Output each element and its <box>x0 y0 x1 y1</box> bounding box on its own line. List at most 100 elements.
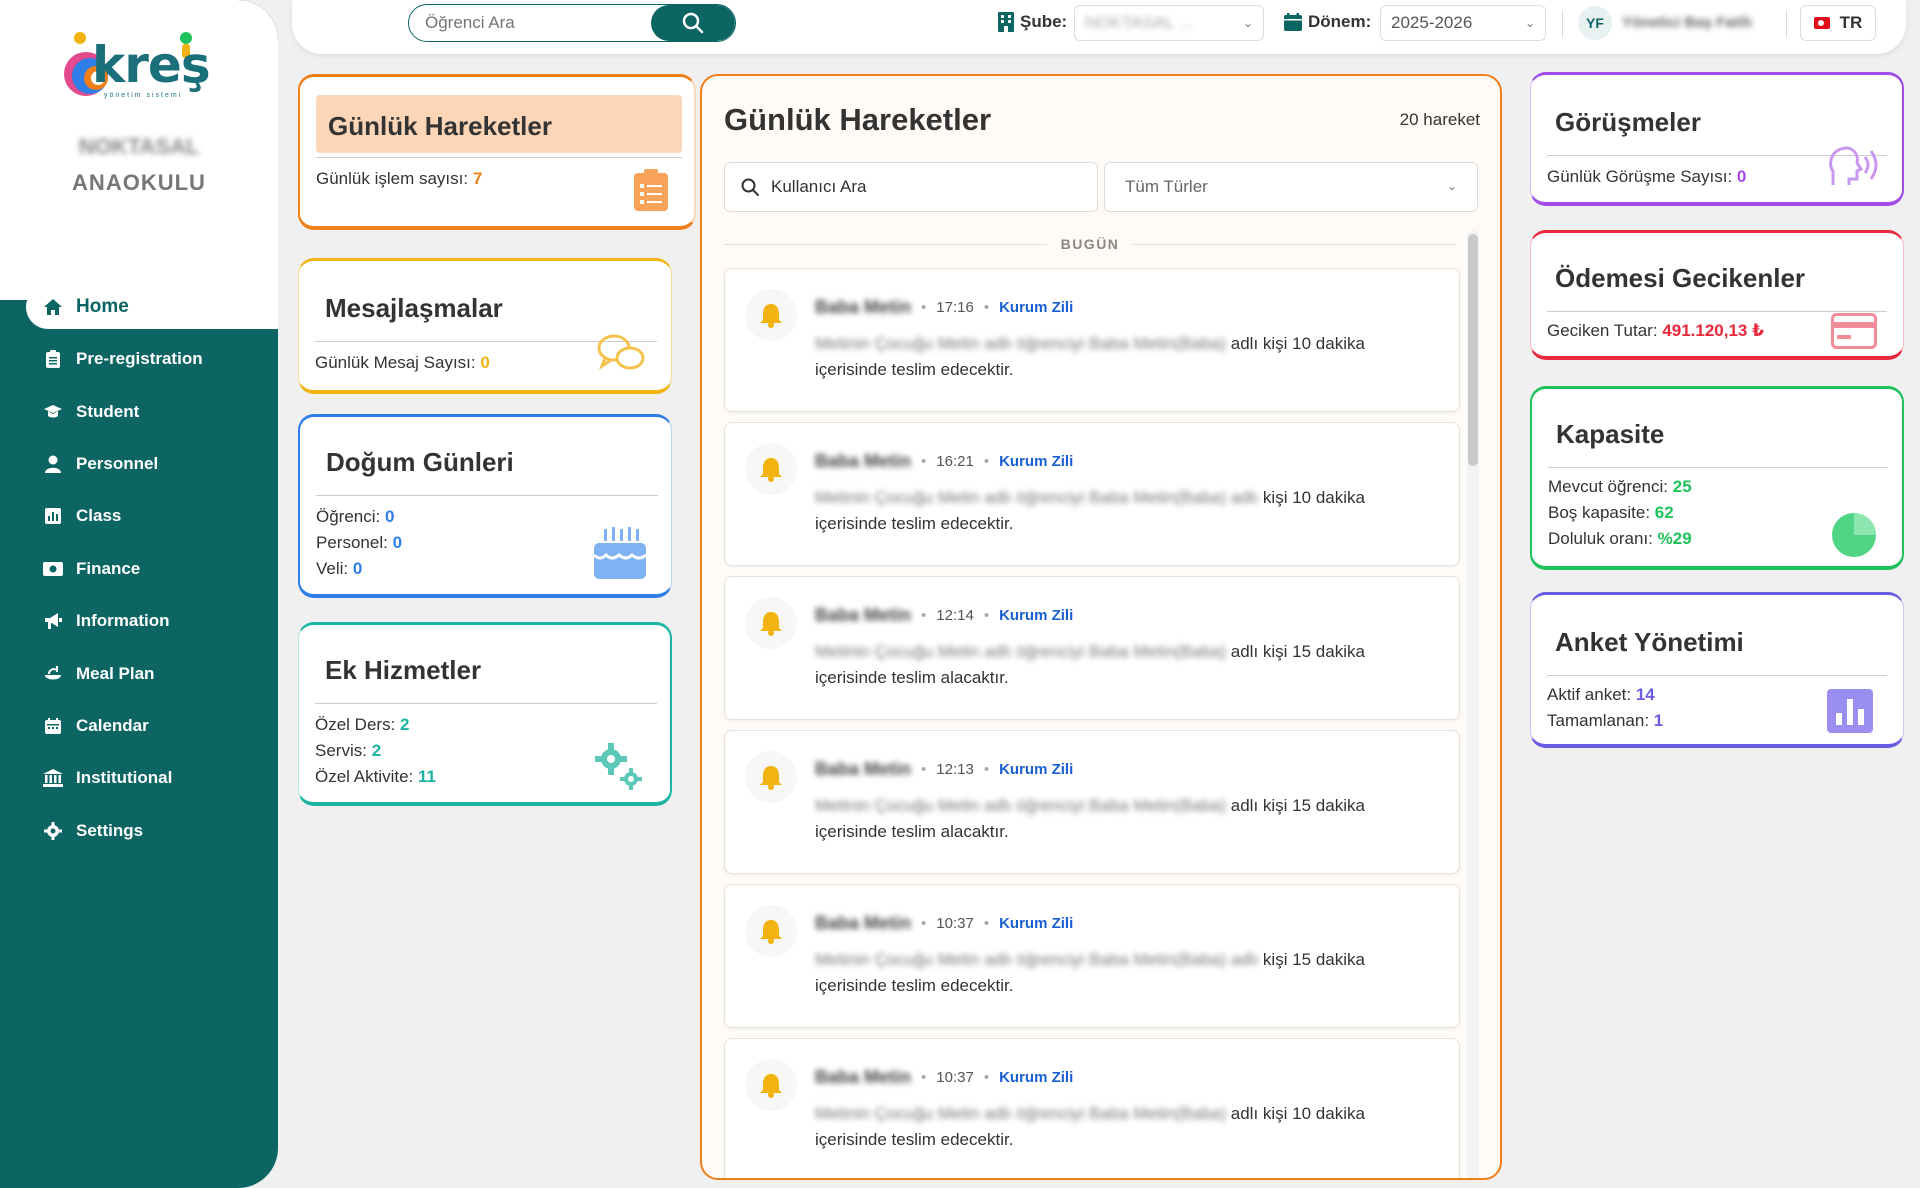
calendar-icon <box>1284 13 1302 31</box>
sidebar-item-label: Finance <box>76 558 141 578</box>
institution-icon <box>42 769 64 788</box>
search-icon <box>682 12 704 34</box>
activity-item[interactable]: Baba Metin • 16:21 • Kurum Zili Metinin Çocu… <box>724 422 1460 566</box>
activity-header: Baba Metin • 17:16 • Kurum Zili <box>815 297 1074 317</box>
bell-icon <box>745 905 797 957</box>
scrollbar-thumb[interactable] <box>1468 234 1478 466</box>
sidebar-item-label: Information <box>76 611 170 631</box>
period-select[interactable]: 2025-2026 ⌄ <box>1380 5 1546 41</box>
sidebar-item-finance[interactable]: Finance <box>0 543 278 595</box>
meetings-card[interactable]: Görüşmeler Günlük Görüşme Sayısı: 0 <box>1530 72 1904 206</box>
type-filter-value: Tüm Türler <box>1125 177 1208 196</box>
bell-icon <box>745 597 797 649</box>
activity-item[interactable]: Baba Metin • 10:37 • Kurum Zili Metinin Çocu… <box>724 884 1460 1028</box>
activity-header: Baba Metin • 16:21 • Kurum Zili <box>815 451 1074 471</box>
activity-item[interactable]: Baba Metin • 10:37 • Kurum Zili Metinin Çocu… <box>724 1038 1460 1178</box>
overdue-payments-card[interactable]: Ödemesi Gecikenler Geciken Tutar: 491.12… <box>1530 230 1904 360</box>
pie-chart-icon <box>1832 513 1876 557</box>
school-name-line1: NOKTASAL <box>78 134 200 159</box>
activity-time: 16:21 <box>936 453 974 470</box>
sidebar-item-student[interactable]: Student <box>0 385 278 437</box>
birthdays-card[interactable]: Doğum Günleri Öğrenci: 0 Personel: 0 Vel… <box>298 414 672 598</box>
logo-text: kreş <box>92 36 211 94</box>
school-name-line2: ANAOKULU <box>72 170 206 195</box>
card-title: Görüşmeler <box>1555 107 1701 137</box>
activity-user: Baba Metin <box>815 605 912 625</box>
card-stat: Geciken Tutar: 491.120,13 ₺ <box>1547 321 1764 340</box>
sidebar-item-class[interactable]: Class <box>0 490 278 542</box>
card-stat: Tamamlanan: 1 <box>1547 711 1664 730</box>
card-stat: Özel Aktivite: 11 <box>315 767 436 786</box>
student-search <box>408 4 736 42</box>
search-icon <box>741 178 759 196</box>
daily-activities-feed: Günlük Hareketler 20 hareket Kullanıcı A… <box>700 74 1502 1180</box>
activity-header: Baba Metin • 10:37 • Kurum Zili <box>815 913 1074 933</box>
messages-card[interactable]: Mesajlaşmalar Günlük Mesaj Sayısı: 0 <box>298 258 672 394</box>
card-stat: Aktif anket: 14 <box>1547 685 1655 704</box>
sidebar-item-information[interactable]: Information <box>0 595 278 647</box>
day-separator-label: BUGÜN <box>1060 236 1120 252</box>
branch-label: Şube: <box>998 12 1067 32</box>
chevron-down-icon: ⌄ <box>1446 179 1457 193</box>
survey-chart-icon <box>1827 689 1873 733</box>
sidebar-item-pre-registration[interactable]: Pre-registration <box>0 333 278 385</box>
activity-item[interactable]: Baba Metin • 12:14 • Kurum Zili Metinin Çocu… <box>724 576 1460 720</box>
activity-item[interactable]: Baba Metin • 17:16 • Kurum Zili Metinin Çocu… <box>724 268 1460 412</box>
card-stat: Veli: 0 <box>316 559 363 578</box>
user-search-input[interactable]: Kullanıcı Ara <box>724 162 1098 212</box>
card-stat: Personel: 0 <box>316 533 403 552</box>
language-switcher[interactable]: TR <box>1800 5 1876 41</box>
chevron-down-icon: ⌄ <box>1524 16 1535 30</box>
header-divider <box>1562 10 1563 38</box>
sidebar-wave <box>0 195 278 263</box>
extra-services-card[interactable]: Ek Hizmetler Özel Ders: 2 Servis: 2 Özel… <box>298 622 672 806</box>
card-stat: Öğrenci: 0 <box>316 507 395 526</box>
activity-item[interactable]: Baba Metin • 12:13 • Kurum Zili Metinin Çocu… <box>724 730 1460 874</box>
card-divider <box>1547 675 1887 676</box>
sidebar-item-label: Settings <box>76 820 144 840</box>
card-title: Mesajlaşmalar <box>325 293 503 323</box>
daily-activities-card[interactable]: Günlük Hareketler Günlük işlem sayısı: 7 <box>298 74 696 230</box>
activity-time: 10:37 <box>936 915 974 932</box>
activity-time: 12:13 <box>936 761 974 778</box>
card-divider <box>316 157 682 158</box>
bell-icon <box>745 289 797 341</box>
sidebar-item-calendar[interactable]: Calendar <box>0 700 278 752</box>
activity-type: Kurum Zili <box>999 607 1074 624</box>
card-stat: Boş kapasite: 62 <box>1548 503 1674 522</box>
card-stat: Günlük işlem sayısı: 7 <box>316 169 483 188</box>
card-stat: Doluluk oranı: %29 <box>1548 529 1692 548</box>
survey-management-card[interactable]: Anket Yönetimi Aktif anket: 14 Tamamlana… <box>1530 592 1904 748</box>
sidebar-item-label: Personnel <box>76 453 159 473</box>
sidebar-item-settings[interactable]: Settings <box>0 805 278 857</box>
sidebar-item-institutional[interactable]: Institutional <box>0 752 278 804</box>
sidebar-item-label: Meal Plan <box>76 663 155 683</box>
day-separator: BUGÜN <box>724 234 1456 254</box>
type-filter-select[interactable]: Tüm Türler ⌄ <box>1104 162 1478 212</box>
sidebar-item-meal-plan[interactable]: Meal Plan <box>0 647 278 699</box>
capacity-card[interactable]: Kapasite Mevcut öğrenci: 25 Boş kapasite… <box>1530 386 1904 570</box>
search-button[interactable] <box>651 5 735 41</box>
period-label-text: Dönem: <box>1308 12 1372 31</box>
birthday-cake-icon <box>592 527 647 579</box>
user-name[interactable]: Yönetici Baş Fatih <box>1622 14 1752 31</box>
activity-description: Metinin Çocuğu Metin adlı öğrenciyi Baba… <box>815 642 1365 687</box>
gears-icon <box>595 743 642 790</box>
clipboard-list-icon <box>634 169 668 211</box>
card-title: Ödemesi Gecikenler <box>1555 263 1806 293</box>
feed-title: Günlük Hareketler <box>724 102 992 137</box>
avatar[interactable]: YF <box>1578 6 1612 40</box>
gear-icon <box>42 821 64 840</box>
card-divider <box>1547 311 1887 312</box>
student-search-input[interactable] <box>409 5 651 41</box>
sidebar-item-personnel[interactable]: Personnel <box>0 438 278 490</box>
user-search-placeholder: Kullanıcı Ara <box>771 177 867 196</box>
activity-time: 17:16 <box>936 299 974 316</box>
sidebar-item-label: Student <box>76 401 140 421</box>
chevron-down-icon: ⌄ <box>1242 16 1253 30</box>
sidebar-item-home[interactable]: Home <box>26 285 278 329</box>
logo-subtitle: yönetim sistemi <box>104 92 183 99</box>
branch-select[interactable]: NOKTASAL ... ⌄ <box>1074 5 1264 41</box>
bell-icon <box>745 1059 797 1111</box>
chat-bubbles-icon <box>597 334 645 370</box>
